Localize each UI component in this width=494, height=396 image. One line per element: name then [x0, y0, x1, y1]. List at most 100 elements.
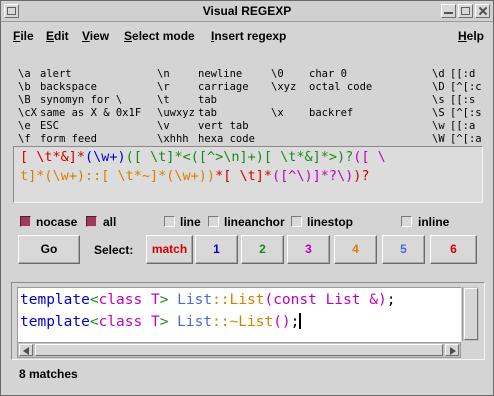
regex-segment: *[ \t]*	[215, 168, 272, 184]
escape-code[interactable]: \W	[432, 133, 445, 145]
inline-label: inline	[418, 215, 450, 229]
minimize-button[interactable]	[441, 4, 456, 18]
escape-code[interactable]: \x	[271, 107, 284, 119]
escape-description: [^[:a	[450, 133, 482, 145]
results-line: template<class T> List::~List();	[20, 311, 461, 333]
results-segment: template	[20, 314, 90, 330]
horizontal-scroll-thumb[interactable]	[35, 344, 443, 356]
menu-help[interactable]: Help	[458, 29, 484, 43]
escape-description: [^[:s	[450, 107, 482, 119]
menu-select-mode[interactable]: Select mode	[124, 29, 195, 43]
results-segment: List	[177, 292, 213, 308]
escape-code[interactable]: \w	[432, 120, 445, 132]
all-checkbox[interactable]	[86, 216, 97, 227]
escape-code[interactable]: \D	[432, 81, 445, 93]
line-label: line	[180, 215, 201, 229]
maximize-icon	[461, 7, 470, 15]
line-checkbox[interactable]	[164, 216, 175, 227]
escape-code[interactable]: \xhhh	[157, 133, 189, 145]
vertical-scrollbar[interactable]	[462, 287, 479, 341]
select-group-6-button[interactable]: 6	[430, 235, 477, 264]
results-segment: <	[89, 292, 99, 308]
select-match-button[interactable]: match	[146, 235, 193, 264]
regex-segment: )?	[353, 168, 370, 184]
select-group-5-button[interactable]: 5	[382, 235, 425, 264]
lineanchor-label: lineanchor	[224, 215, 285, 229]
inline-checkbox[interactable]	[401, 216, 412, 227]
select-label: Select:	[94, 243, 134, 257]
escape-code[interactable]: \B	[18, 94, 31, 106]
escape-code[interactable]: \b	[18, 81, 31, 93]
escape-description: synomyn for \	[40, 94, 123, 106]
menu-insert-regexp[interactable]: Insert regexp	[211, 29, 286, 43]
escape-description: [^[:c	[450, 81, 482, 93]
go-button[interactable]: Go	[18, 235, 80, 264]
escape-code[interactable]: \f	[18, 133, 31, 145]
escape-code[interactable]: \r	[157, 81, 170, 93]
escape-description: form feed	[40, 133, 97, 145]
escape-description: newline	[198, 68, 243, 80]
escape-code[interactable]: \v	[157, 120, 170, 132]
menu-view[interactable]: View	[82, 29, 109, 43]
nocase-checkbox[interactable]	[20, 216, 31, 227]
regex-line: t]*(\w+)::[ \t*~]*(\w+))*[ \t]*([^\)]*?\…	[20, 167, 482, 186]
select-group-1-button[interactable]: 1	[195, 235, 238, 264]
minimize-icon	[444, 7, 453, 14]
horizontal-scrollbar[interactable]	[17, 342, 461, 358]
select-group-4-button[interactable]: 4	[334, 235, 377, 264]
regex-segment: ([^\)]*?\)	[271, 168, 354, 184]
select-group-3-button[interactable]: 3	[287, 235, 330, 264]
escape-code[interactable]: \e	[18, 120, 31, 132]
close-button[interactable]	[475, 4, 490, 18]
status-match-count: 8 matches	[19, 367, 78, 381]
select-group-2-button[interactable]: 2	[241, 235, 284, 264]
regex-input[interactable]: [ \t*&]*(\w+)([ \t]*<([^>\n]+)[ \t*&]*>)…	[13, 146, 483, 203]
escape-description: vert tab	[198, 120, 249, 132]
escape-code[interactable]: \s	[432, 94, 445, 106]
escape-code[interactable]: \n	[157, 68, 170, 80]
escape-description: octal code	[309, 81, 373, 93]
results-line: template<class T> List::List(const List …	[20, 289, 461, 311]
text-cursor	[299, 313, 302, 329]
menu-file[interactable]: File	[13, 29, 34, 43]
all-label: all	[103, 215, 117, 229]
escape-description: tab	[198, 94, 217, 106]
results-segment: ;	[386, 292, 396, 308]
scroll-right-arrow-icon[interactable]	[445, 344, 459, 356]
escape-code[interactable]: \S	[432, 107, 445, 119]
escape-code[interactable]: \cX	[18, 107, 37, 119]
title-bar[interactable]: Visual REGEXP	[1, 1, 493, 22]
results-segment: ::List	[212, 292, 265, 308]
results-segment: >	[159, 292, 178, 308]
linestop-checkbox[interactable]	[291, 216, 302, 227]
escape-description: [[:d	[450, 68, 476, 80]
escape-description: tab	[198, 107, 217, 119]
results-segment: class T	[98, 314, 160, 330]
escape-description: [[:a	[450, 120, 476, 132]
vertical-scroll-thumb[interactable]	[464, 288, 478, 340]
escape-code[interactable]: \t	[157, 94, 170, 106]
escape-description: same as X & 0x1F	[40, 107, 142, 119]
close-icon	[478, 7, 487, 15]
escape-description: carriage	[198, 81, 249, 93]
escape-code[interactable]: \d	[432, 68, 445, 80]
escape-code[interactable]: \xyz	[271, 81, 296, 93]
regex-segment: ([ \	[353, 149, 386, 165]
regex-segment: t]*(\w+)::[ \t*~]*(\w+))	[20, 168, 216, 184]
results-segment: (const List &)	[264, 292, 387, 308]
escape-description: ESC	[40, 120, 59, 132]
menu-edit[interactable]: Edit	[46, 29, 69, 43]
scroll-left-arrow-icon[interactable]	[19, 344, 33, 356]
lineanchor-checkbox[interactable]	[208, 216, 219, 227]
maximize-button[interactable]	[458, 4, 473, 18]
escape-code[interactable]: \0	[271, 68, 284, 80]
menu-bar: File Edit View Select mode Insert regexp…	[2, 23, 492, 47]
app-window: Visual REGEXP File Edit View Select mode…	[0, 0, 494, 396]
results-segment: ;	[290, 314, 300, 330]
escape-description: char 0	[309, 68, 347, 80]
sample-text-area[interactable]: template <class T > List::List(const List …	[17, 287, 461, 342]
results-segment: List	[177, 314, 213, 330]
escape-code[interactable]: \uwxyz	[157, 107, 195, 119]
results-segment: ::~List	[212, 314, 274, 330]
escape-code[interactable]: \a	[18, 68, 31, 80]
